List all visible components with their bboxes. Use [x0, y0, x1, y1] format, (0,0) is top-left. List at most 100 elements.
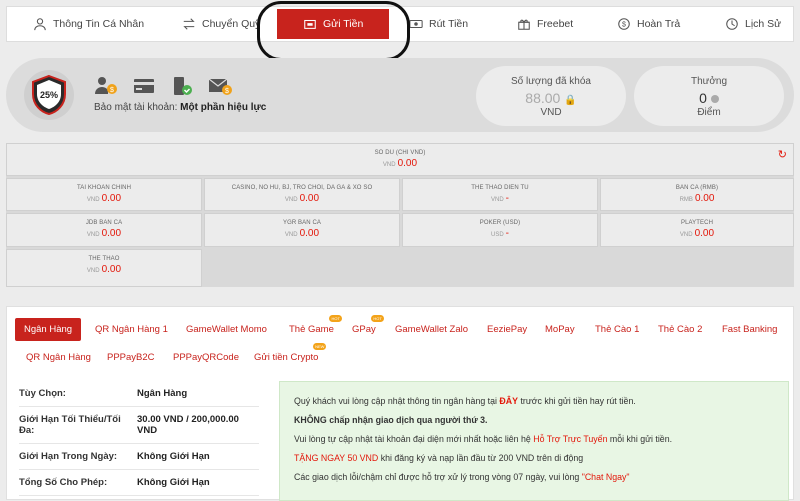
- user-money-icon[interactable]: $: [94, 76, 118, 96]
- nav-label: Gửi Tiền: [323, 18, 364, 30]
- nav-freebet[interactable]: Freebet: [517, 7, 573, 41]
- refresh-icon[interactable]: ↻: [778, 148, 787, 161]
- nav-label: Chuyển Quỹ: [202, 18, 261, 30]
- tab-game-card[interactable]: Thẻ Game HOT: [289, 315, 342, 335]
- svg-text:$: $: [622, 22, 626, 29]
- notice-line: TẶNG NGAY 50 VND khi đăng ký và nạp lần …: [294, 453, 788, 463]
- balance-cell: PLAYTECH VND 0.00: [600, 213, 794, 247]
- tab-qr-bank[interactable]: QR Ngân Hàng: [26, 352, 91, 363]
- notice-text: Các giao dịch lỗi/chậm chỉ được hỗ trợ x…: [294, 472, 582, 482]
- transfer-icon: [183, 18, 195, 30]
- tab-pppay-b2c[interactable]: PPPayB2C: [107, 352, 155, 363]
- info-value: 30.00 VND / 200,000.00 VND: [137, 414, 239, 436]
- balance-currency: RMB: [679, 197, 693, 203]
- deposit-panel: Ngân Hàng QR Ngân Hàng 1 GameWallet Momo…: [6, 306, 794, 501]
- balance-currency: USD: [490, 232, 504, 238]
- nav-history[interactable]: Lịch Sử: [725, 7, 781, 41]
- reward-unit: Điểm: [697, 107, 721, 118]
- deposit-icon: [304, 19, 316, 29]
- hot-badge: HOT: [371, 315, 384, 322]
- balance-grid: SO DU (CHI VND) VND 0.00 ↻ TAI KHOAN CHIN…: [6, 143, 794, 287]
- tab-gamewallet-momo[interactable]: GameWallet Momo: [186, 324, 267, 335]
- balance-value: 0.00: [101, 228, 122, 239]
- tab-eeziepay[interactable]: EeziePay: [487, 324, 527, 335]
- online-support-link[interactable]: Hỗ Trợ Trực Tuyến: [533, 434, 607, 444]
- tab-mopay[interactable]: MoPay: [545, 324, 575, 335]
- tab-gamewallet-zalo[interactable]: GameWallet Zalo: [395, 324, 468, 335]
- tab-crypto[interactable]: Gửi tiền Crypto NEW: [254, 343, 327, 363]
- balance-cell: THE THAO VND 0.00: [6, 249, 202, 287]
- refund-icon: $: [618, 18, 630, 30]
- balance-value: 0.00: [694, 228, 715, 239]
- info-value: Không Giới Hạn: [137, 477, 210, 488]
- new-badge: NEW: [313, 343, 327, 350]
- nav-deposit[interactable]: Gửi Tiền: [277, 9, 390, 39]
- security-icons: $ $: [94, 76, 232, 96]
- tab-gpay[interactable]: GPay HOT: [352, 315, 384, 335]
- locked-unit: VND: [540, 107, 562, 118]
- balance-currency: VND: [679, 232, 693, 238]
- balance-cell: CASINO, NO HU, BJ, TRO CHOI, DA GA & XO …: [204, 178, 400, 211]
- lock-icon: 🔒: [564, 95, 577, 106]
- tab-fast-banking[interactable]: Fast Banking: [722, 324, 777, 335]
- balance-label: JDB BAN CA: [85, 220, 123, 226]
- reward-value-row: 0: [634, 90, 784, 106]
- info-row: Giới Hạn Tối Thiểu/Tối Đa: 30.00 VND / 2…: [19, 407, 259, 444]
- balance-currency: VND: [86, 197, 100, 203]
- tab-label: Gửi tiền Crypto: [254, 352, 319, 363]
- mail-money-icon[interactable]: $: [208, 76, 232, 96]
- tab-bank[interactable]: Ngân Hàng: [15, 318, 82, 341]
- nav-refund[interactable]: $ Hoàn Trả: [617, 7, 680, 41]
- balance-cell: TAI KHOAN CHINH VND 0.00: [6, 178, 202, 211]
- tab-scratch-card-2[interactable]: Thẻ Cào 2: [658, 324, 702, 335]
- balance-label: CASINO, NO HU, BJ, TRO CHOI, DA GA & XO …: [231, 185, 373, 191]
- balance-cell: BAN CA (RMB) RMB 0.00: [600, 178, 794, 211]
- nav-personal-info[interactable]: Thông Tin Cá Nhân: [33, 7, 144, 41]
- nav-label: Hoàn Trả: [637, 18, 681, 30]
- locked-amount-box: Số lượng đã khóa 88.00 🔒 VND: [476, 66, 626, 126]
- info-icon[interactable]: [710, 95, 719, 103]
- nav-label: Freebet: [537, 18, 574, 30]
- balance-label: PLAYTECH: [680, 220, 714, 226]
- balance-label: THE THAO: [88, 256, 120, 262]
- nav-withdraw[interactable]: Rút Tiền: [409, 7, 468, 41]
- balance-cell: JDB BAN CA VND 0.00: [6, 213, 202, 247]
- tab-label: Thẻ Game: [289, 324, 334, 335]
- nav-transfer[interactable]: Chuyển Quỹ: [182, 7, 260, 41]
- chat-now-link[interactable]: "Chat Ngay": [582, 472, 630, 482]
- security-status-text: Bảo mật tài khoản: Một phần hiệu lực: [94, 102, 266, 113]
- info-value: Ngân Hàng: [137, 388, 188, 399]
- notice-text: trước khi gửi tiền hay rút tiền.: [518, 396, 636, 406]
- balance-value: -: [505, 193, 509, 204]
- balance-main-currency: VND: [382, 162, 396, 168]
- locked-value-row: 88.00 🔒: [476, 90, 626, 106]
- balance-cell: YGR BAN CA VND 0.00: [204, 213, 400, 247]
- notice-text: mỗi khi gửi tiền.: [607, 434, 673, 444]
- security-status: Một phần hiệu lực: [180, 102, 267, 113]
- security-label: Bảo mật tài khoản:: [94, 102, 178, 113]
- tab-pppay-qrcode[interactable]: PPPayQRCode: [173, 352, 239, 363]
- info-key: Tùy Chọn:: [19, 388, 66, 399]
- info-row: Tổng Số Cho Phép: Không Giới Hạn: [19, 470, 259, 496]
- tab-scratch-card-1[interactable]: Thẻ Cào 1: [595, 324, 639, 335]
- history-icon: [726, 18, 738, 30]
- phone-check-icon[interactable]: [170, 76, 194, 96]
- balance-value: 0.00: [101, 193, 122, 204]
- info-key: Tổng Số Cho Phép:: [19, 477, 108, 488]
- security-panel: 25% $ $ Bảo mật tài khoản: Một phần hiệu…: [6, 58, 794, 132]
- notice-text: khi đăng ký và nạp lần đầu từ 200 VND tr…: [378, 453, 584, 463]
- info-row: Giới Hạn Trong Ngày: Không Giới Hạn: [19, 444, 259, 470]
- deposit-info-table: Tùy Chọn: Ngân Hàng Giới Hạn Tối Thiểu/T…: [19, 381, 259, 496]
- balance-value: -: [505, 228, 509, 239]
- nav-label: Rút Tiền: [429, 18, 469, 30]
- balance-value: 0.00: [299, 193, 320, 204]
- locked-value: 88.00: [525, 90, 561, 106]
- withdraw-icon: [409, 19, 423, 29]
- notice-line: KHÔNG chấp nhận giao dịch qua người thứ …: [294, 415, 488, 425]
- card-icon[interactable]: [132, 76, 156, 96]
- info-value: Không Giới Hạn: [137, 451, 210, 462]
- tab-qr-bank-1[interactable]: QR Ngân Hàng 1: [95, 324, 168, 335]
- balance-cell: POKER (USD) USD -: [402, 213, 598, 247]
- update-bank-link[interactable]: ĐÂY: [499, 396, 518, 406]
- reward-box: Thưởng 0 Điểm: [634, 66, 784, 126]
